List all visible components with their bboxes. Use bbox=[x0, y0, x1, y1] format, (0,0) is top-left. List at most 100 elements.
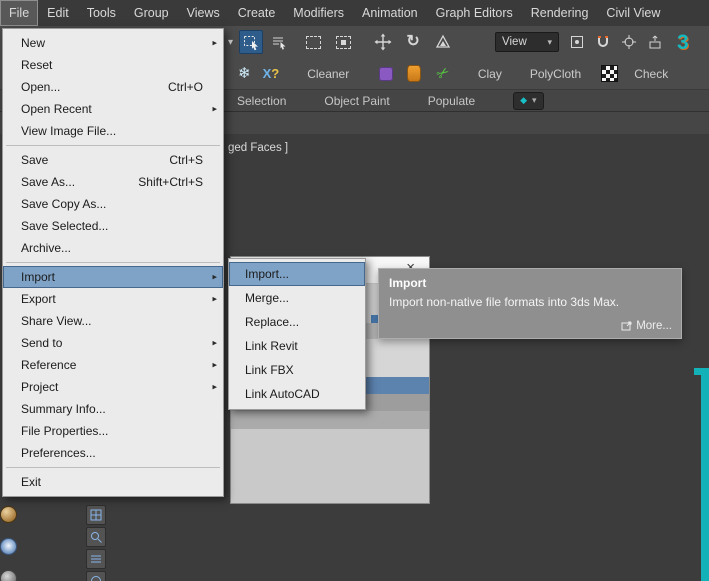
menu-separator bbox=[6, 145, 220, 146]
menu-item-label: New bbox=[21, 36, 46, 50]
import-submenu-item-link-revit[interactable]: Link Revit bbox=[229, 334, 365, 358]
file-menu-item-save[interactable]: Save Ctrl+S bbox=[3, 149, 223, 171]
checker-map-icon[interactable] bbox=[601, 65, 619, 82]
submenu-arrow-icon: ▸ bbox=[212, 359, 217, 370]
menu-item-label: Reset bbox=[21, 58, 53, 72]
window-crossing-button[interactable] bbox=[331, 30, 355, 54]
file-menu-item-new[interactable]: New ▸ bbox=[3, 32, 223, 54]
menu-item-label: Export bbox=[21, 292, 56, 306]
blue-sphere-icon[interactable] bbox=[0, 538, 17, 555]
select-and-scale-button[interactable] bbox=[431, 30, 455, 54]
menubar-item-edit[interactable]: Edit bbox=[38, 0, 78, 26]
import-submenu-item-merge[interactable]: Merge... bbox=[229, 286, 365, 310]
box-up-arrow-icon bbox=[649, 35, 661, 49]
select-and-move-button[interactable] bbox=[371, 30, 395, 54]
xp-plugin-icon[interactable]: X? bbox=[263, 67, 280, 80]
viewport-shading-label[interactable]: ged Faces ] bbox=[228, 142, 288, 154]
submenu-arrow-icon: ▸ bbox=[212, 37, 217, 48]
orange-cylinder-icon[interactable] bbox=[407, 65, 422, 82]
scissors-icon[interactable]: ✂ bbox=[433, 63, 453, 84]
diamond-icon: ◆ bbox=[520, 95, 528, 105]
dialog-row[interactable] bbox=[231, 411, 429, 429]
menubar-item-file[interactable]: File bbox=[0, 0, 39, 26]
file-menu-item-reset[interactable]: Reset bbox=[3, 54, 223, 76]
file-menu-item-project[interactable]: Project ▸ bbox=[3, 376, 223, 398]
file-menu-item-export[interactable]: Export ▸ bbox=[3, 288, 223, 310]
ribbon-options-dropdown[interactable]: ◆ ▾ bbox=[513, 91, 544, 110]
menu-item-label: Save As... bbox=[21, 175, 76, 189]
menubar-item-views[interactable]: Views bbox=[178, 0, 229, 26]
window-crossing-icon bbox=[335, 35, 351, 49]
clay-label: Clay bbox=[477, 66, 502, 81]
menu-item-label: Send to bbox=[21, 336, 63, 350]
circle-icon bbox=[91, 576, 101, 581]
menu-item-label: Replace... bbox=[245, 315, 300, 329]
menubar-item-graph-editors[interactable]: Graph Editors bbox=[427, 0, 522, 26]
snap-toggle-button[interactable] bbox=[591, 30, 615, 54]
file-menu-item-summary-info[interactable]: Summary Info... bbox=[3, 398, 223, 420]
purple-plugin-icon[interactable] bbox=[379, 66, 394, 81]
flyout-arrow-icon[interactable]: ▾ bbox=[228, 37, 233, 48]
reference-coordinate-dropdown[interactable]: View ▾ bbox=[495, 32, 560, 52]
import-submenu-item-link-autocad[interactable]: Link AutoCAD bbox=[229, 382, 365, 406]
select-by-name-button[interactable] bbox=[267, 30, 291, 54]
import-submenu-item-link-fbx[interactable]: Link FBX bbox=[229, 358, 365, 382]
menubar-item-civil-view[interactable]: Civil View bbox=[597, 0, 669, 26]
freeze-icon[interactable]: ❄ bbox=[238, 66, 251, 81]
file-menu-item-open[interactable]: Open... Ctrl+O bbox=[3, 76, 223, 98]
menu-separator bbox=[6, 262, 220, 263]
file-menu-item-exit[interactable]: Exit bbox=[3, 471, 223, 493]
isolate-selection-button[interactable] bbox=[643, 30, 667, 54]
dashed-rect-icon bbox=[305, 35, 321, 49]
use-pivot-point-button[interactable] bbox=[565, 30, 589, 54]
menubar-item-animation[interactable]: Animation bbox=[353, 0, 427, 26]
menubar-item-create[interactable]: Create bbox=[229, 0, 285, 26]
grid-tool-button[interactable] bbox=[86, 505, 106, 525]
file-menu-item-archive[interactable]: Archive... bbox=[3, 237, 223, 259]
menu-item-label: Open Recent bbox=[21, 102, 92, 116]
file-menu-item-view-image-file[interactable]: View Image File... bbox=[3, 120, 223, 142]
tab-object-paint[interactable]: Object Paint bbox=[324, 94, 389, 108]
select-and-rotate-button[interactable]: ↻ bbox=[401, 30, 425, 54]
file-menu-item-send-to[interactable]: Send to ▸ bbox=[3, 332, 223, 354]
menubar-item-group[interactable]: Group bbox=[125, 0, 178, 26]
menubar-item-modifiers[interactable]: Modifiers bbox=[284, 0, 353, 26]
file-menu-item-share-view[interactable]: Share View... bbox=[3, 310, 223, 332]
select-by-name-icon bbox=[272, 37, 286, 50]
tooltip-more-link[interactable]: More... bbox=[621, 320, 672, 332]
crosshair-icon bbox=[622, 35, 637, 49]
file-menu-item-reference[interactable]: Reference ▸ bbox=[3, 354, 223, 376]
file-menu-item-open-recent[interactable]: Open Recent ▸ bbox=[3, 98, 223, 120]
menu-item-label: Save Copy As... bbox=[21, 197, 107, 211]
import-submenu-item-replace[interactable]: Replace... bbox=[229, 310, 365, 334]
xp-x-glyph: X bbox=[262, 66, 272, 81]
menu-item-label: Merge... bbox=[245, 291, 290, 305]
menu-item-label: Save bbox=[21, 153, 49, 167]
file-menu-item-save-selected[interactable]: Save Selected... bbox=[3, 215, 223, 237]
menubar-item-tools[interactable]: Tools bbox=[78, 0, 125, 26]
grid-icon bbox=[90, 509, 102, 521]
import-submenu-item-import[interactable]: Import... bbox=[229, 262, 365, 286]
tab-selection[interactable]: Selection bbox=[237, 94, 286, 108]
select-object-button[interactable] bbox=[239, 30, 264, 54]
menubar-item-rendering[interactable]: Rendering bbox=[522, 0, 598, 26]
file-menu-item-import[interactable]: Import ▸ bbox=[3, 266, 223, 288]
menu-item-label: Share View... bbox=[21, 314, 92, 328]
file-menu: New ▸ Reset Open... Ctrl+O Open Recent ▸… bbox=[2, 28, 224, 497]
magnifier-tool-button[interactable] bbox=[86, 527, 106, 547]
dialog-body bbox=[231, 429, 429, 503]
file-menu-item-preferences[interactable]: Preferences... bbox=[3, 442, 223, 464]
tab-populate[interactable]: Populate bbox=[428, 94, 475, 108]
circle-tool-button[interactable] bbox=[86, 571, 106, 581]
snaps-center-button[interactable] bbox=[617, 30, 641, 54]
sphere-material-icon[interactable] bbox=[0, 506, 17, 523]
list-tool-button[interactable] bbox=[86, 549, 106, 569]
file-menu-item-save-copy-as[interactable]: Save Copy As... bbox=[3, 193, 223, 215]
file-menu-item-file-properties[interactable]: File Properties... bbox=[3, 420, 223, 442]
select-cursor-icon bbox=[243, 35, 258, 50]
chevron-down-icon: ▾ bbox=[532, 95, 537, 105]
file-menu-item-save-as[interactable]: Save As... Shift+Ctrl+S bbox=[3, 171, 223, 193]
gray-sphere-icon[interactable] bbox=[0, 570, 17, 581]
magnet-icon bbox=[598, 36, 609, 47]
rectangular-selection-region-button[interactable] bbox=[301, 30, 325, 54]
